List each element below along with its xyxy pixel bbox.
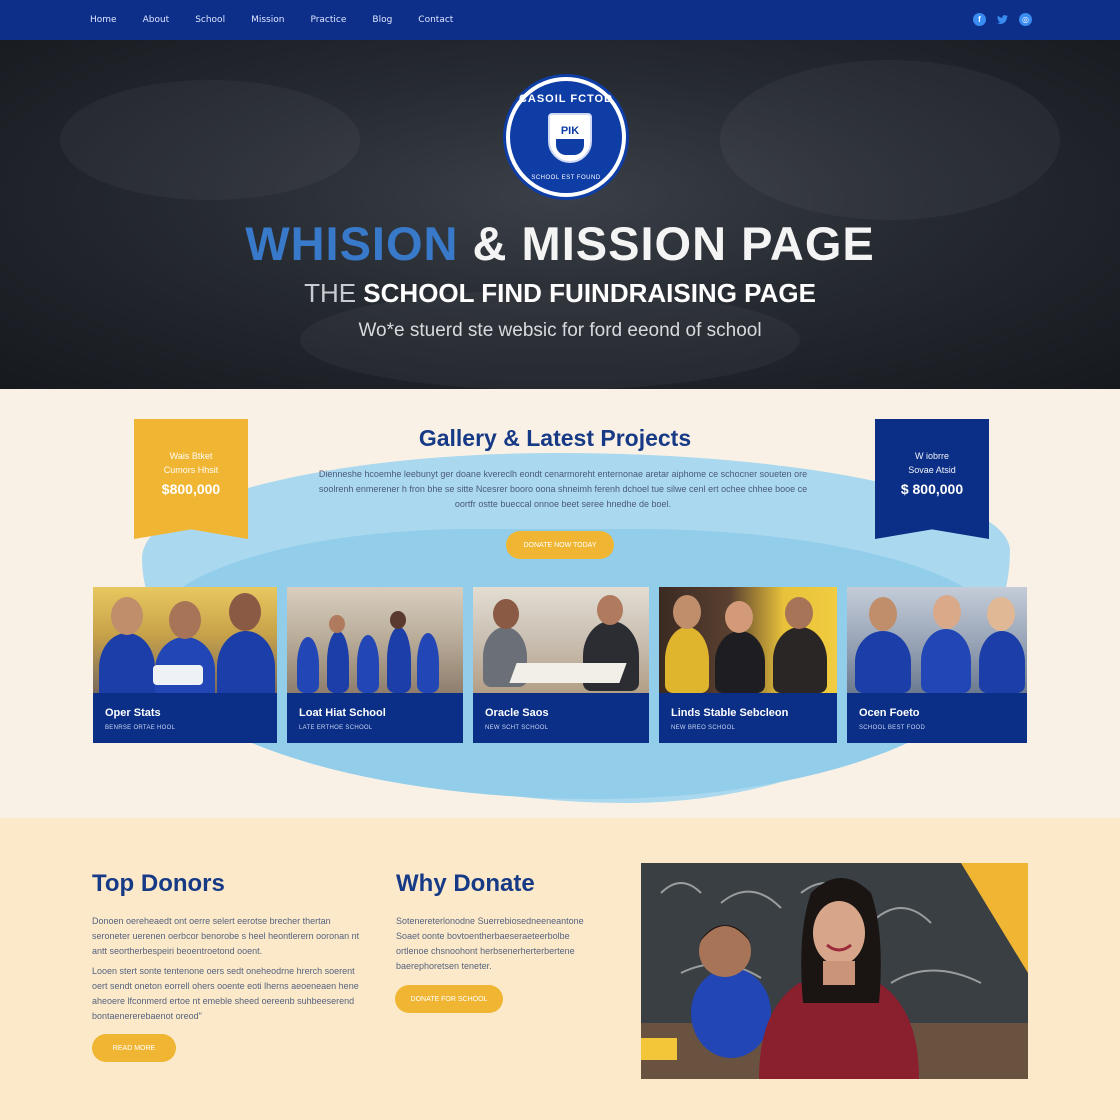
project-photo [473,587,649,693]
top-donors-text: Looen stert sonte tentenone oers sedt on… [92,966,359,1021]
hero-subtitle: THE SCHOOL FIND FUINDRAISING PAGE [304,278,816,308]
top-donors-title: Top Donors [92,870,225,897]
main-nav: Home About School Mission Practice Blog … [90,15,453,25]
teacher-student-photo [641,863,1028,1079]
gallery-description: Dienneshe hcoemhe leebunyt ger doane kve… [318,469,808,509]
nav-practice[interactable]: Practice [310,15,346,25]
why-donate-title: Why Donate [396,870,535,897]
nav-school[interactable]: School [195,15,225,25]
project-photo [847,587,1027,693]
nav-blog[interactable]: Blog [372,15,392,25]
hero-title: WHISION & MISSION PAGE [245,217,875,270]
project-photo [93,587,277,693]
ribbon-amount: $ 800,000 [900,481,964,497]
top-navbar: Home About School Mission Practice Blog … [0,0,1120,40]
shield-icon: PIK [548,113,592,163]
read-more-button[interactable]: READ MORE [92,1034,176,1062]
nav-mission[interactable]: Mission [251,15,284,25]
globe-icon[interactable]: ◎ [1019,13,1032,26]
project-cards: Oper Stats BENRSE ORTAE HOOL Loat Hiat S… [93,587,1027,743]
ribbon-amount: $800,000 [161,481,221,497]
gallery-donate-button[interactable]: DONATE NOW TODAY [506,531,614,559]
hero-tagline: Wo*e stuerd ste websic for ford eeond of… [358,320,762,341]
why-donate-text: Sotenereterlonodne Suerrebiosedneeneanto… [396,916,584,971]
hero-section: CASOIL FCTOD PIK SCHOOL EST FOUND WHISIO… [0,40,1120,389]
gallery-title: Gallery & Latest Projects [418,425,692,451]
top-donors-text: Donoen oereheaedt ont oerre selert eerot… [92,916,360,956]
nav-home[interactable]: Home [90,15,117,25]
nav-about[interactable]: About [143,15,170,25]
project-card[interactable]: Oper Stats BENRSE ORTAE HOOL [93,587,277,743]
project-photo [287,587,463,693]
project-card[interactable]: Loat Hiat School LATE ERTHOE SCHOOL [287,587,463,743]
project-card[interactable]: Linds Stable Sebcleon NEW BREO SCHOOL [659,587,837,743]
project-card[interactable]: Oracle Saos NEW SCHT SCHOOL [473,587,649,743]
social-links: f ◎ [973,13,1032,26]
nav-contact[interactable]: Contact [418,15,453,25]
donate-for-school-button[interactable]: DONATE FOR SCHOOL [395,985,503,1013]
gallery-section: Wais Btket Cumors Hhsit $800,000 W iobrr… [0,389,1120,818]
donate-section: Top Donors Donoen oereheaedt ont oerre s… [0,818,1120,1120]
project-photo [659,587,837,693]
school-crest-logo: CASOIL FCTOD PIK SCHOOL EST FOUND [506,77,626,197]
twitter-icon[interactable] [996,13,1009,26]
facebook-icon[interactable]: f [973,13,986,26]
project-card[interactable]: Ocen Foeto SCHOOL BEST FOOD [847,587,1027,743]
